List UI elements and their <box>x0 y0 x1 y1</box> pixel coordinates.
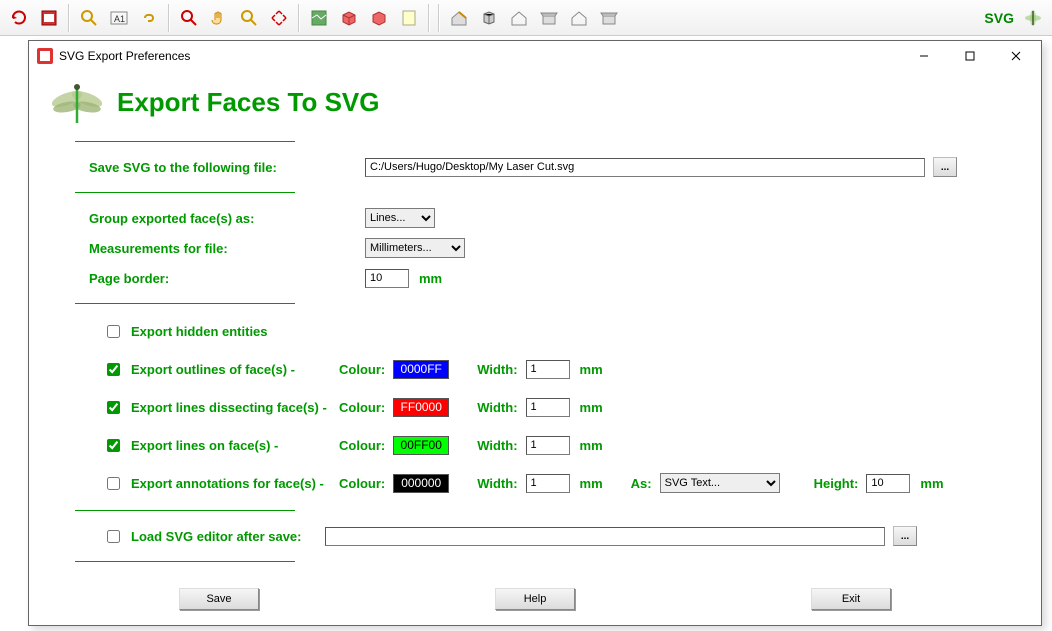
annot-as-select[interactable]: SVG Text... <box>660 473 780 493</box>
dragonfly-logo-icon <box>49 77 105 127</box>
refresh-icon[interactable] <box>6 5 32 31</box>
export-annotations-checkbox[interactable] <box>107 477 120 490</box>
home3-icon[interactable] <box>566 5 592 31</box>
editor-path-input[interactable] <box>325 527 885 546</box>
map-icon[interactable] <box>306 5 332 31</box>
outlines-width-input[interactable] <box>526 360 570 379</box>
width-label: Width: <box>477 400 517 415</box>
export-outlines-checkbox[interactable] <box>107 363 120 376</box>
home2-icon[interactable] <box>506 5 532 31</box>
width-label: Width: <box>477 362 517 377</box>
expand-icon[interactable] <box>266 5 292 31</box>
titlebar: SVG Export Preferences <box>29 41 1041 71</box>
close-button[interactable] <box>993 41 1039 71</box>
mm-unit: mm <box>580 362 603 377</box>
export-lineson-checkbox[interactable] <box>107 439 120 452</box>
zoom2-icon[interactable] <box>236 5 262 31</box>
help-button[interactable]: Help <box>495 588 575 610</box>
group-as-label: Group exported face(s) as: <box>89 211 299 226</box>
annot-height-input[interactable] <box>866 474 910 493</box>
app-toolbar: A1 SVG <box>0 0 1052 36</box>
as-label: As: <box>631 476 652 491</box>
mm-unit: mm <box>920 476 943 491</box>
minimize-button[interactable] <box>901 41 947 71</box>
outlines-colour-input[interactable] <box>393 360 449 379</box>
measurements-label: Measurements for file: <box>89 241 299 256</box>
svg-export-preferences-dialog: SVG Export Preferences Export Faces To S… <box>28 40 1042 626</box>
toolbar-separator <box>168 4 170 32</box>
toolbar-separator <box>68 4 70 32</box>
dissect-colour-input[interactable] <box>393 398 449 417</box>
measurements-select[interactable]: Millimeters... <box>365 238 465 258</box>
box-icon[interactable] <box>336 5 362 31</box>
browse-editor-button[interactable]: ... <box>893 526 917 546</box>
dialog-heading: Export Faces To SVG <box>117 87 379 118</box>
box2-icon[interactable] <box>366 5 392 31</box>
section-separator <box>75 192 295 193</box>
toolbar-separator <box>438 4 440 32</box>
svg-text:A1: A1 <box>114 14 125 24</box>
page-border-label: Page border: <box>89 271 299 286</box>
app-icon <box>37 48 53 64</box>
export-outlines-label: Export outlines of face(s) - <box>131 362 331 377</box>
exit-button[interactable]: Exit <box>811 588 891 610</box>
height-label: Height: <box>814 476 859 491</box>
dialog-title: SVG Export Preferences <box>59 49 190 63</box>
mm-unit: mm <box>580 476 603 491</box>
toolbar-separator <box>298 4 300 32</box>
lineson-colour-input[interactable] <box>393 436 449 455</box>
hand-icon[interactable] <box>206 5 232 31</box>
colour-label: Colour: <box>339 362 385 377</box>
link-icon[interactable] <box>136 5 162 31</box>
load-editor-label: Load SVG editor after save: <box>131 529 317 544</box>
cube-icon[interactable] <box>476 5 502 31</box>
note-icon[interactable] <box>396 5 422 31</box>
browse-file-button[interactable]: ... <box>933 157 957 177</box>
width-label: Width: <box>477 438 517 453</box>
dialog-body: Export Faces To SVG Save SVG to the foll… <box>29 71 1041 625</box>
export-hidden-label: Export hidden entities <box>131 324 268 339</box>
save-file-label: Save SVG to the following file: <box>89 160 299 175</box>
section-separator <box>75 141 295 142</box>
window-icon[interactable] <box>36 5 62 31</box>
export-hidden-checkbox[interactable] <box>107 325 120 338</box>
mm-unit: mm <box>419 271 442 286</box>
group-as-select[interactable]: Lines... <box>365 208 435 228</box>
dragonfly-icon[interactable] <box>1020 5 1046 31</box>
colour-label: Colour: <box>339 476 385 491</box>
openbox-icon[interactable] <box>536 5 562 31</box>
dissect-width-input[interactable] <box>526 398 570 417</box>
export-dissect-label: Export lines dissecting face(s) - <box>131 400 331 415</box>
annot-width-input[interactable] <box>526 474 570 493</box>
home-icon[interactable] <box>446 5 472 31</box>
section-separator <box>75 303 295 304</box>
colour-label: Colour: <box>339 400 385 415</box>
load-editor-checkbox[interactable] <box>107 530 120 543</box>
export-annotations-label: Export annotations for face(s) - <box>131 476 331 491</box>
annot-colour-input[interactable] <box>393 474 449 493</box>
openbox2-icon[interactable] <box>596 5 622 31</box>
section-separator <box>75 561 295 562</box>
width-label: Width: <box>477 476 517 491</box>
export-dissect-checkbox[interactable] <box>107 401 120 414</box>
colour-label: Colour: <box>339 438 385 453</box>
export-lineson-label: Export lines on face(s) - <box>131 438 331 453</box>
zoom-icon[interactable] <box>76 5 102 31</box>
save-button[interactable]: Save <box>179 588 259 610</box>
save-file-input[interactable] <box>365 158 925 177</box>
maximize-button[interactable] <box>947 41 993 71</box>
svg-toolbar-label: SVG <box>984 10 1014 26</box>
toolbar-separator <box>428 4 430 32</box>
page-border-input[interactable] <box>365 269 409 288</box>
zoom-red-icon[interactable] <box>176 5 202 31</box>
section-separator <box>75 510 295 511</box>
lineson-width-input[interactable] <box>526 436 570 455</box>
text-a1-icon[interactable]: A1 <box>106 5 132 31</box>
mm-unit: mm <box>580 438 603 453</box>
mm-unit: mm <box>580 400 603 415</box>
